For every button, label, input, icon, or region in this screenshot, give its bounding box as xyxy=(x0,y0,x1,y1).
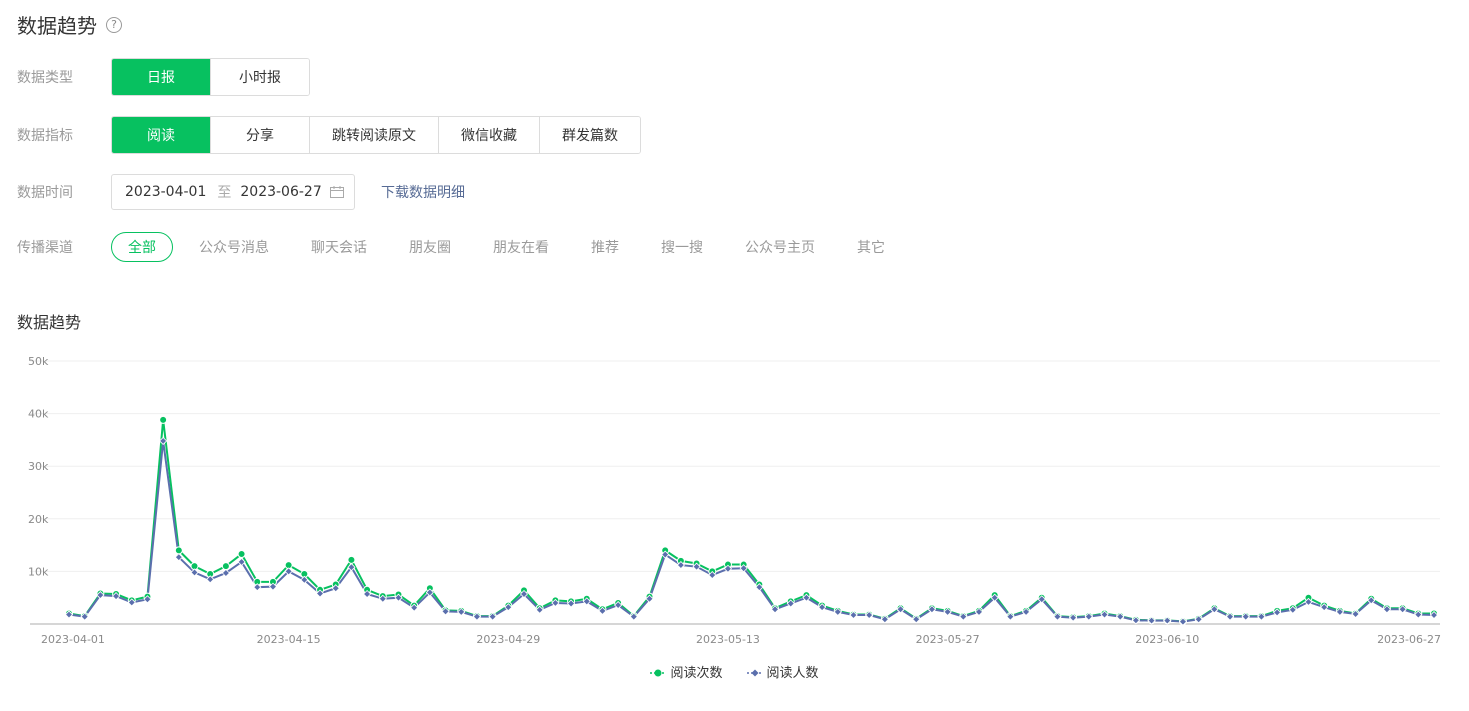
download-details-link[interactable]: 下载数据明细 xyxy=(381,182,465,202)
date-range-picker[interactable]: 2023-04-01 至 2023-06-27 xyxy=(111,174,355,210)
x-tick-label: 2023-04-29 xyxy=(476,633,540,646)
channel-row: 传播渠道 全部 公众号消息 聊天会话 朋友圈 朋友在看 推荐 搜一搜 公众号主页… xyxy=(17,232,885,262)
series-line-readers xyxy=(68,440,1435,623)
data-type-hourly-button[interactable]: 小时报 xyxy=(210,59,309,95)
data-metric-row: 数据指标 阅读 分享 跳转阅读原文 微信收藏 群发篇数 xyxy=(17,116,641,154)
x-tick-label: 2023-06-10 xyxy=(1135,633,1199,646)
chart-legend: 阅读次数 阅读人数 xyxy=(0,662,1469,681)
y-tick-label: 50k xyxy=(28,355,49,368)
data-metric-selector: 阅读 分享 跳转阅读原文 微信收藏 群发篇数 xyxy=(111,116,641,154)
y-tick-label: 20k xyxy=(28,513,49,526)
x-tick-label: 2023-05-27 xyxy=(916,633,980,646)
date-separator: 至 xyxy=(217,185,232,201)
data-type-selector: 日报 小时报 xyxy=(111,58,310,96)
channel-label: 传播渠道 xyxy=(17,240,73,256)
data-type-row: 数据类型 日报 小时报 xyxy=(17,58,310,96)
data-point-reads xyxy=(237,550,246,559)
start-date[interactable]: 2023-04-01 xyxy=(125,184,206,200)
channel-message-tab[interactable]: 公众号消息 xyxy=(199,237,269,257)
data-time-row: 数据时间 2023-04-01 至 2023-06-27 下载数据明细 xyxy=(17,174,465,210)
channel-chat-tab[interactable]: 聊天会话 xyxy=(311,237,367,257)
data-time-label: 数据时间 xyxy=(17,185,73,201)
data-metric-label: 数据指标 xyxy=(17,128,73,144)
y-tick-label: 40k xyxy=(28,408,49,421)
channel-all-tab[interactable]: 全部 xyxy=(111,232,173,262)
calendar-icon[interactable] xyxy=(330,186,344,198)
data-type-daily-button[interactable]: 日报 xyxy=(112,59,210,95)
legend-label-reads: 阅读次数 xyxy=(670,666,723,681)
x-tick-label: 2023-06-27 xyxy=(1377,633,1441,646)
channel-search-tab[interactable]: 搜一搜 xyxy=(661,237,703,257)
legend-item-readers[interactable]: 阅读人数 xyxy=(746,662,819,681)
channel-recommend-tab[interactable]: 推荐 xyxy=(591,237,619,257)
data-point-reads xyxy=(174,546,183,555)
metric-read-button[interactable]: 阅读 xyxy=(112,117,210,153)
metric-read-original-button[interactable]: 跳转阅读原文 xyxy=(309,117,438,153)
legend-marker-readers xyxy=(746,667,763,677)
data-point-reads xyxy=(347,555,356,564)
legend-marker-reads xyxy=(650,667,667,677)
page-header: 数据趋势 ? xyxy=(17,10,122,39)
y-tick-label: 30k xyxy=(28,460,49,473)
metric-share-button[interactable]: 分享 xyxy=(210,117,309,153)
series-line-reads xyxy=(68,419,1434,623)
legend-label-readers: 阅读人数 xyxy=(766,666,819,681)
channel-watching-tab[interactable]: 朋友在看 xyxy=(493,237,549,257)
data-point-reads xyxy=(221,562,230,571)
channel-moments-tab[interactable]: 朋友圈 xyxy=(409,237,451,257)
x-tick-label: 2023-04-01 xyxy=(41,633,105,646)
legend-item-reads[interactable]: 阅读次数 xyxy=(650,662,723,681)
trend-chart: 10k 20k 30k 40k 50k 2023-04-01 2023-04-15 2023-… xyxy=(28,355,1441,646)
page-title: 数据趋势 xyxy=(17,14,97,38)
y-tick-label: 10k xyxy=(28,565,49,578)
data-type-label: 数据类型 xyxy=(17,70,73,86)
data-point-reads xyxy=(159,415,168,424)
end-date[interactable]: 2023-06-27 xyxy=(240,184,321,200)
x-tick-label: 2023-05-13 xyxy=(696,633,760,646)
chart-title: 数据趋势 xyxy=(17,313,82,332)
x-tick-label: 2023-04-15 xyxy=(257,633,321,646)
question-circle-icon[interactable]: ? xyxy=(106,16,122,33)
metric-favorite-button[interactable]: 微信收藏 xyxy=(438,117,539,153)
channel-other-tab[interactable]: 其它 xyxy=(857,237,885,257)
metric-posts-button[interactable]: 群发篇数 xyxy=(539,117,640,153)
channel-homepage-tab[interactable]: 公众号主页 xyxy=(745,237,815,257)
